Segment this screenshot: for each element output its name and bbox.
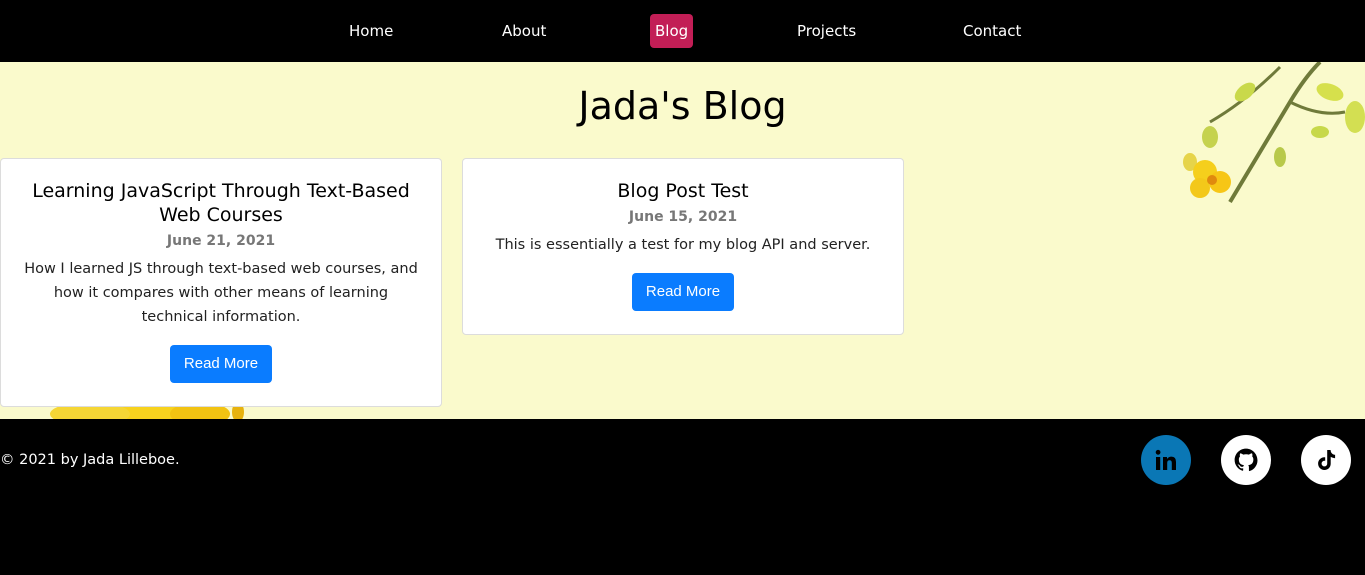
post-date: June 15, 2021 (628, 209, 738, 225)
tiktok-link[interactable] (1301, 435, 1351, 485)
post-title: Learning JavaScript Through Text-Based W… (32, 180, 410, 226)
site-footer: © 2021 by Jada Lilleboe. (0, 419, 1365, 575)
nav-contact-link[interactable]: Contact (958, 14, 1026, 48)
read-more-button[interactable]: Read More (631, 273, 735, 311)
blog-post-card: Learning JavaScript Through Text-Based W… (0, 158, 442, 407)
copyright-text: © 2021 by Jada Lilleboe. (0, 452, 180, 468)
post-summary: How I learned JS through text-based web … (24, 261, 418, 325)
post-date: June 21, 2021 (166, 233, 276, 249)
linkedin-link[interactable] (1141, 435, 1191, 485)
read-more-button[interactable]: Read More (169, 345, 273, 383)
post-summary: This is essentially a test for my blog A… (495, 237, 871, 253)
nav-about-link[interactable]: About (497, 14, 551, 48)
github-icon (1234, 448, 1258, 472)
blog-main-section: Jada's Blog Learning JavaScript Through … (0, 62, 1365, 419)
post-title: Blog Post Test (617, 180, 749, 202)
nav-blog-link[interactable]: Blog (650, 14, 694, 48)
top-navbar: Home About Blog Projects Contact (0, 0, 1365, 62)
nav-home-link[interactable]: Home (344, 14, 398, 48)
page-title: Jada's Blog (578, 84, 787, 128)
tiktok-icon (1318, 450, 1336, 470)
linkedin-icon (1155, 449, 1176, 470)
github-link[interactable] (1221, 435, 1271, 485)
nav-projects-link[interactable]: Projects (792, 14, 861, 48)
blog-post-card: Blog Post Test June 15, 2021 This is ess… (462, 158, 904, 335)
